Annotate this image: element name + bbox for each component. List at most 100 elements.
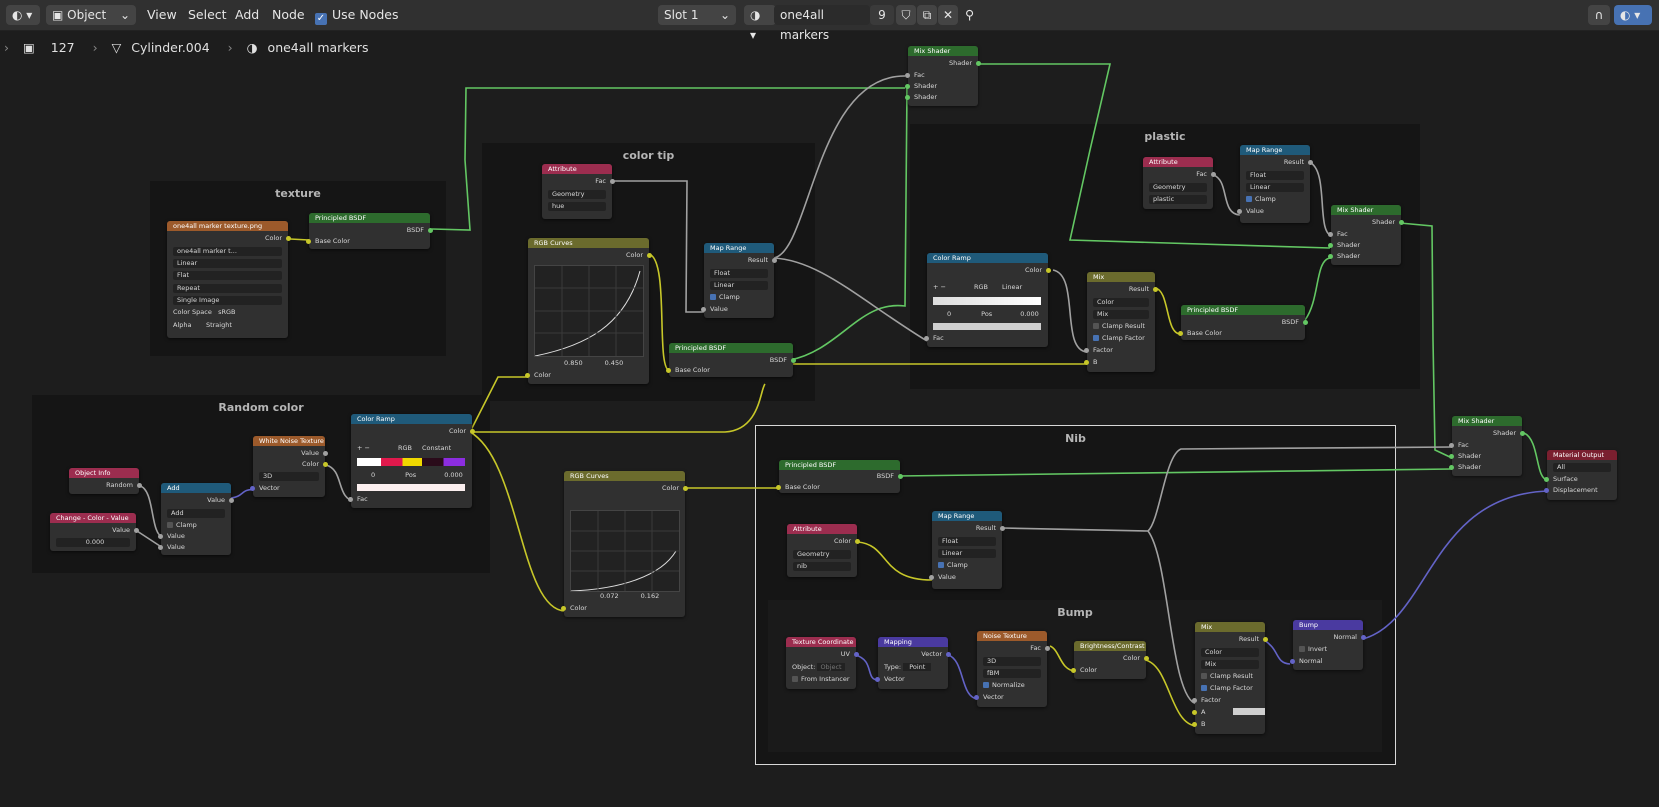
socket-color-out[interactable] <box>1144 656 1149 661</box>
ramp-controls-row[interactable]: + − RGB Constant <box>357 444 466 453</box>
socket-value-out[interactable] <box>323 451 328 456</box>
node-rgb-curves-tip[interactable]: RGB Curves Color 0.850 0.450 Color <box>525 238 652 384</box>
node-map-range-plastic[interactable]: Map Range Result Float Linear Clamp Valu… <box>1237 145 1313 223</box>
clamp-factor-checkbox[interactable]: Clamp Factor <box>1201 684 1259 693</box>
clamp-result-checkbox[interactable]: Clamp Result <box>1093 322 1149 331</box>
node-add[interactable]: Add Value Add Clamp Value Value <box>158 483 234 555</box>
clamp-checkbox[interactable]: Clamp <box>710 293 768 302</box>
node-mix-shader-plastic[interactable]: Mix Shader Shader Fac Shader Shader <box>1328 205 1404 265</box>
socket-base-color-in[interactable] <box>1178 331 1183 336</box>
node-mix-shader-final[interactable]: Mix Shader Shader Fac Shader Shader <box>1449 416 1525 476</box>
socket-shader1-in[interactable] <box>1328 243 1333 248</box>
node-map-range-nib[interactable]: Map Range Result Float Linear Clamp Valu… <box>929 511 1005 589</box>
from-instancer-checkbox[interactable]: From Instancer <box>792 675 850 684</box>
socket-fac-out[interactable] <box>1211 172 1216 177</box>
data-type-dropdown[interactable]: Float <box>710 269 768 278</box>
socket-color-out[interactable] <box>470 429 475 434</box>
node-mix-bump[interactable]: Mix Result Color Mix Clamp Result Clamp … <box>1192 622 1268 734</box>
interp-dropdown[interactable]: Linear <box>710 281 768 290</box>
socket-color-in[interactable] <box>525 373 530 378</box>
stop-color-swatch[interactable] <box>933 323 1041 330</box>
node-image-texture[interactable]: one4all marker texture.png Color one4all… <box>167 221 291 338</box>
stop-color-swatch[interactable] <box>357 484 465 491</box>
node-rgb-curves-nib[interactable]: RGB Curves Color 0.072 0.162 Color <box>561 471 688 617</box>
socket-result-out[interactable] <box>772 258 777 263</box>
socket-color-out[interactable] <box>855 539 860 544</box>
ramp-gradient[interactable] <box>357 458 465 466</box>
socket-color-in[interactable] <box>1071 668 1076 673</box>
socket-color-out[interactable] <box>323 462 328 467</box>
ramp-stop-row[interactable]: 0 Pos 0.000 <box>933 310 1042 319</box>
socket-value-out[interactable] <box>229 498 234 503</box>
socket-bsdf-out[interactable] <box>1303 320 1308 325</box>
operation-dropdown[interactable]: Add <box>167 509 225 518</box>
ramp-gradient[interactable] <box>933 297 1041 305</box>
node-noise-texture[interactable]: Noise Texture Fac 3D fBM Normalize Vecto… <box>974 631 1050 707</box>
socket-normal-out[interactable] <box>1361 635 1366 640</box>
socket-fac-out[interactable] <box>610 179 615 184</box>
blend-dropdown[interactable]: Mix <box>1201 660 1259 669</box>
curve-values-row[interactable]: 0.850 0.450 <box>534 359 643 368</box>
image-field[interactable]: one4all marker t... <box>173 247 282 256</box>
socket-random-out[interactable] <box>137 483 142 488</box>
clamp-result-checkbox[interactable]: Clamp Result <box>1201 672 1259 681</box>
interp-dropdown[interactable]: Linear <box>173 259 282 268</box>
attribute-type-dropdown[interactable]: Geometry <box>1149 183 1207 192</box>
socket-bsdf-out[interactable] <box>791 358 796 363</box>
ramp-controls-row[interactable]: + − RGB Linear <box>933 283 1042 292</box>
socket-result-out[interactable] <box>1000 526 1005 531</box>
value-field[interactable]: 0.000 <box>56 538 130 547</box>
socket-shader1-in[interactable] <box>1449 454 1454 459</box>
invert-checkbox[interactable]: Invert <box>1299 645 1357 654</box>
node-texture-coordinate[interactable]: Texture Coordinate UV Object: Object Fro… <box>786 637 859 689</box>
socket-vector-out[interactable] <box>946 652 951 657</box>
socket-fac-in[interactable] <box>924 336 929 341</box>
socket-fac-in[interactable] <box>348 497 353 502</box>
node-bump[interactable]: Bump Normal Invert Normal <box>1290 620 1366 670</box>
socket-color-in[interactable] <box>561 606 566 611</box>
attribute-type-dropdown[interactable]: Geometry <box>793 550 851 559</box>
node-mix-shader-top[interactable]: Mix Shader Shader Fac Shader Shader <box>905 46 981 106</box>
interp-dropdown[interactable]: Linear <box>938 549 996 558</box>
projection-dropdown[interactable]: Flat <box>173 271 282 280</box>
socket-vector-in[interactable] <box>974 695 979 700</box>
clamp-checkbox[interactable]: Clamp <box>167 521 225 530</box>
socket-color-out[interactable] <box>1046 268 1051 273</box>
socket-value-in[interactable] <box>929 575 934 580</box>
socket-bsdf-out[interactable] <box>428 228 433 233</box>
node-attribute-nib[interactable]: Attribute Color Geometry nib <box>787 524 860 577</box>
socket-factor-in[interactable] <box>1084 348 1089 353</box>
socket-base-color-in[interactable] <box>776 485 781 490</box>
socket-shader-out[interactable] <box>976 61 981 66</box>
socket-shader2-in[interactable] <box>905 95 910 100</box>
source-dropdown[interactable]: Single Image <box>173 296 282 305</box>
color-space-row[interactable]: Color Space sRGB <box>173 308 282 317</box>
socket-result-out[interactable] <box>1308 160 1313 165</box>
socket-b-in[interactable] <box>1192 722 1197 727</box>
data-type-dropdown[interactable]: Float <box>1246 171 1304 180</box>
attribute-name-field[interactable]: hue <box>548 202 606 211</box>
socket-shader1-in[interactable] <box>905 84 910 89</box>
socket-displacement-in[interactable] <box>1544 488 1549 493</box>
node-map-range-tip[interactable]: Map Range Result Float Linear Clamp Valu… <box>701 243 777 318</box>
socket-value2-in[interactable] <box>158 545 163 550</box>
node-white-noise[interactable]: White Noise Texture Value Color 3D Vecto… <box>250 436 328 497</box>
socket-base-color-in[interactable] <box>306 239 311 244</box>
node-change-color-value[interactable]: Change - Color - Value Value 0.000 <box>50 513 139 551</box>
socket-shader2-in[interactable] <box>1328 254 1333 259</box>
normalize-checkbox[interactable]: Normalize <box>983 681 1041 690</box>
data-type-dropdown[interactable]: Color <box>1093 298 1149 307</box>
socket-shader-out[interactable] <box>1520 431 1525 436</box>
socket-factor-in[interactable] <box>1192 698 1197 703</box>
attribute-name-field[interactable]: nib <box>793 562 851 571</box>
socket-value-in[interactable] <box>701 307 706 312</box>
alpha-row[interactable]: Alpha Straight <box>173 321 282 330</box>
node-attribute-hue[interactable]: Attribute Fac Geometry hue <box>542 164 615 219</box>
socket-color-out[interactable] <box>683 486 688 491</box>
socket-vector-in[interactable] <box>875 677 880 682</box>
node-principled-bsdf-plastic[interactable]: Principled BSDF BSDF Base Color <box>1178 305 1308 340</box>
socket-color-out[interactable] <box>286 236 291 241</box>
socket-base-color-in[interactable] <box>666 368 671 373</box>
socket-b-in[interactable] <box>1084 360 1089 365</box>
socket-value-out[interactable] <box>134 528 139 533</box>
